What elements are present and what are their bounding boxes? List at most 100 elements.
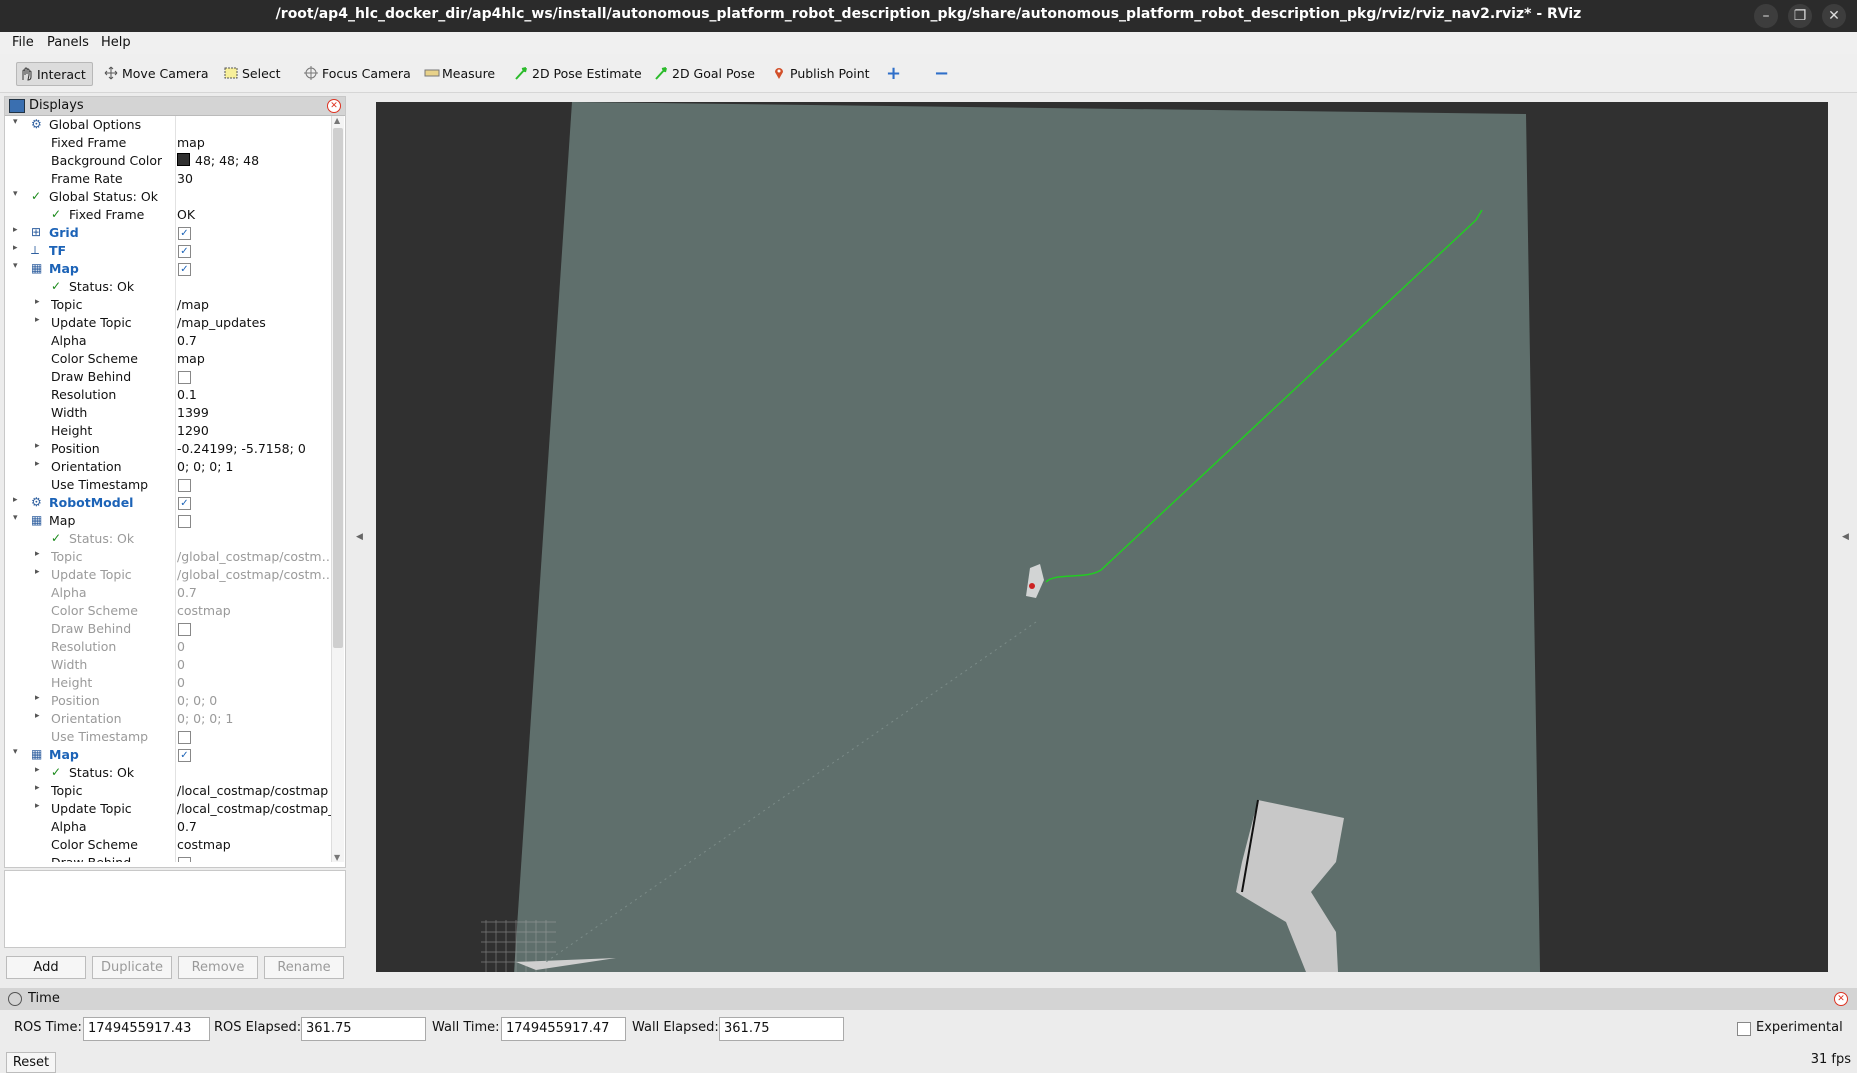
- property-value[interactable]: map: [177, 135, 331, 150]
- display-row[interactable]: ▾ ⚙ Global Options: [5, 116, 331, 134]
- property-value[interactable]: 1290: [177, 423, 331, 438]
- focus-camera-tool[interactable]: Focus Camera: [304, 62, 411, 84]
- collapsed-arrow-icon[interactable]: ▸: [35, 441, 40, 451]
- display-row[interactable]: Resolution 0.1: [5, 386, 331, 404]
- expanded-arrow-icon[interactable]: ▾: [13, 117, 18, 127]
- display-row[interactable]: Resolution 0: [5, 638, 331, 656]
- property-value[interactable]: 0; 0; 0; 1: [177, 459, 331, 474]
- display-row[interactable]: Alpha 0.7: [5, 332, 331, 350]
- property-value[interactable]: 0.7: [177, 819, 331, 834]
- scroll-up-icon[interactable]: ▲: [334, 116, 340, 125]
- display-row[interactable]: ▸ ⚙ RobotModel ✓: [5, 494, 331, 512]
- display-row[interactable]: ✓ Status: Ok: [5, 530, 331, 548]
- collapsed-arrow-icon[interactable]: ▸: [35, 549, 40, 559]
- display-row[interactable]: Draw Behind: [5, 854, 331, 862]
- scroll-thumb[interactable]: [333, 128, 343, 648]
- display-row[interactable]: ▾ ▦ Map ✓: [5, 746, 331, 764]
- display-row[interactable]: ▸ ⟂ TF ✓: [5, 242, 331, 260]
- display-row[interactable]: ▾ ▦ Map ✓: [5, 260, 331, 278]
- display-row[interactable]: Use Timestamp: [5, 476, 331, 494]
- enable-checkbox[interactable]: [178, 515, 191, 528]
- ros-time-field[interactable]: 1749455917.43: [83, 1017, 210, 1041]
- collapsed-arrow-icon[interactable]: ▸: [35, 567, 40, 577]
- add-button[interactable]: Add: [6, 956, 86, 979]
- property-value[interactable]: OK: [177, 207, 331, 222]
- display-row[interactable]: ▾ ▦ Map: [5, 512, 331, 530]
- wall-time-field[interactable]: 1749455917.47: [501, 1017, 626, 1041]
- property-value[interactable]: /map: [177, 297, 331, 312]
- display-row[interactable]: ▸ Topic/map: [5, 296, 331, 314]
- move-camera-tool[interactable]: Move Camera: [104, 62, 209, 84]
- enable-checkbox[interactable]: ✓: [178, 245, 191, 258]
- collapsed-arrow-icon[interactable]: ▸: [13, 225, 18, 235]
- displays-tree[interactable]: ▾ ⚙ Global Options Fixed Frame map Background…: [5, 116, 331, 862]
- collapse-left-icon[interactable]: ◀: [356, 532, 363, 542]
- display-row[interactable]: Fixed Frame map: [5, 134, 331, 152]
- reset-button[interactable]: Reset: [6, 1052, 56, 1073]
- property-value[interactable]: 30: [177, 171, 331, 186]
- property-value[interactable]: 0: [177, 675, 331, 690]
- menu-panels[interactable]: Panels: [47, 35, 89, 50]
- menu-help[interactable]: Help: [101, 35, 131, 50]
- collapsed-arrow-icon[interactable]: ▸: [35, 459, 40, 469]
- close-panel-icon[interactable]: ✕: [327, 99, 341, 113]
- enable-checkbox[interactable]: [178, 371, 191, 384]
- property-value[interactable]: costmap: [177, 837, 331, 852]
- display-row[interactable]: Width 1399: [5, 404, 331, 422]
- property-value[interactable]: /map_updates: [177, 315, 331, 330]
- display-row[interactable]: ▸ Position 0; 0; 0: [5, 692, 331, 710]
- remove-tool-button[interactable]: −: [934, 62, 949, 84]
- map-canvas[interactable]: [376, 102, 1828, 972]
- enable-checkbox[interactable]: ✓: [178, 749, 191, 762]
- display-row[interactable]: ✓ Fixed Frame OK: [5, 206, 331, 224]
- minimize-button[interactable]: –: [1754, 4, 1778, 28]
- collapsed-arrow-icon[interactable]: ▸: [35, 693, 40, 703]
- display-row[interactable]: Draw Behind: [5, 368, 331, 386]
- display-row[interactable]: ✓ Status: Ok: [5, 278, 331, 296]
- property-value[interactable]: 0.7: [177, 333, 331, 348]
- property-value[interactable]: -0.24199; -5.7158; 0: [177, 441, 331, 456]
- display-row[interactable]: Draw Behind: [5, 620, 331, 638]
- render-view[interactable]: [376, 102, 1828, 972]
- display-row[interactable]: ▾ ✓ Global Status: Ok: [5, 188, 331, 206]
- color-swatch[interactable]: [177, 153, 190, 166]
- collapsed-arrow-icon[interactable]: ▸: [35, 765, 40, 775]
- display-row[interactable]: ▸ ✓ Status: Ok: [5, 764, 331, 782]
- display-row[interactable]: Height 0: [5, 674, 331, 692]
- pose-estimate-tool[interactable]: 2D Pose Estimate: [514, 62, 642, 84]
- collapsed-arrow-icon[interactable]: ▸: [35, 297, 40, 307]
- display-row[interactable]: ▸ Topic/local_costmap/costmap: [5, 782, 331, 800]
- interact-tool[interactable]: Interact: [16, 62, 93, 86]
- display-row[interactable]: Use Timestamp: [5, 728, 331, 746]
- duplicate-button[interactable]: Duplicate: [92, 956, 172, 979]
- display-row[interactable]: Color Scheme costmap: [5, 836, 331, 854]
- measure-tool[interactable]: Measure: [424, 62, 495, 84]
- property-value[interactable]: 0.7: [177, 585, 331, 600]
- maximize-button[interactable]: ❐: [1788, 4, 1812, 28]
- collapsed-arrow-icon[interactable]: ▸: [35, 315, 40, 325]
- close-window-button[interactable]: ✕: [1822, 4, 1846, 28]
- display-row[interactable]: ▸ Update Topic/global_costmap/costma...: [5, 566, 331, 584]
- enable-checkbox[interactable]: ✓: [178, 227, 191, 240]
- expanded-arrow-icon[interactable]: ▾: [13, 513, 18, 523]
- menu-file[interactable]: File: [12, 35, 34, 50]
- experimental-checkbox[interactable]: [1737, 1022, 1751, 1036]
- display-row[interactable]: Width 0: [5, 656, 331, 674]
- collapsed-arrow-icon[interactable]: ▸: [35, 783, 40, 793]
- display-row[interactable]: ▸ Orientation 0; 0; 0; 1: [5, 458, 331, 476]
- rename-button[interactable]: Rename: [264, 956, 344, 979]
- property-value[interactable]: 0; 0; 0: [177, 693, 331, 708]
- enable-checkbox[interactable]: ✓: [178, 497, 191, 510]
- displays-scrollbar[interactable]: ▲ ▼: [331, 116, 344, 862]
- add-tool-button[interactable]: +: [886, 62, 901, 84]
- property-value[interactable]: /global_costmap/costmap: [177, 549, 331, 564]
- publish-point-tool[interactable]: Publish Point: [772, 62, 870, 84]
- property-value[interactable]: 0: [177, 639, 331, 654]
- collapsed-arrow-icon[interactable]: ▸: [35, 711, 40, 721]
- goal-pose-tool[interactable]: 2D Goal Pose: [654, 62, 755, 84]
- display-row[interactable]: ▸ Update Topic/local_costmap/costmap_: [5, 800, 331, 818]
- display-row[interactable]: Background Color 48; 48; 48: [5, 152, 331, 170]
- enable-checkbox[interactable]: ✓: [178, 263, 191, 276]
- property-value[interactable]: costmap: [177, 603, 331, 618]
- display-row[interactable]: ▸ ⊞ Grid ✓: [5, 224, 331, 242]
